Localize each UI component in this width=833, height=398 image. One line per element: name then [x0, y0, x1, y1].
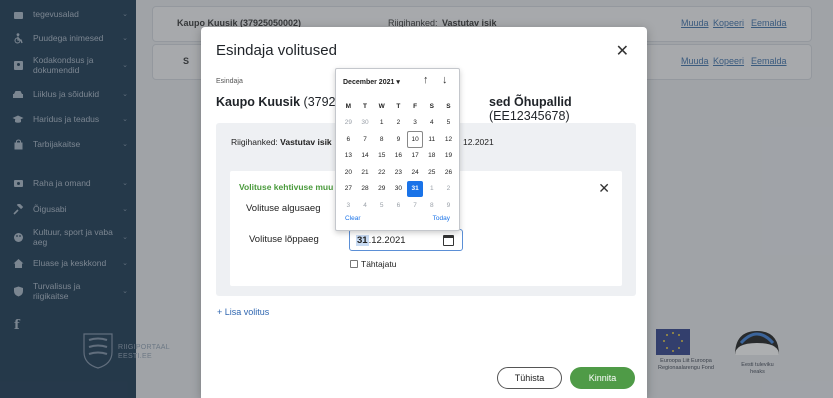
calendar-day[interactable]: 13: [340, 148, 357, 165]
calendar-day[interactable]: 8: [423, 197, 440, 214]
checkbox-box[interactable]: [350, 260, 358, 268]
calendar-day[interactable]: 14: [357, 148, 374, 165]
weekday-label: F: [413, 102, 418, 110]
calendar-day[interactable]: 26: [440, 164, 457, 181]
calendar-day[interactable]: 24: [407, 164, 424, 181]
calendar-day[interactable]: 30: [357, 115, 374, 132]
rights-label: Riigihanked:: [231, 137, 278, 147]
calendar-day[interactable]: 10: [406, 131, 424, 148]
rights-value: Vastutav isik: [280, 137, 332, 147]
calendar-day[interactable]: 4: [423, 115, 440, 132]
calendar-day[interactable]: 30: [390, 181, 407, 198]
calendar-day[interactable]: 6: [390, 197, 407, 214]
arrow-down-icon[interactable]: ↓: [442, 74, 448, 86]
representative-name-bold: Kaupo Kuusik: [216, 95, 301, 109]
calendar-week: 29 30 1 2 3 4 5: [340, 115, 457, 132]
calendar-day[interactable]: 29: [340, 115, 357, 132]
calendar-day[interactable]: 11: [423, 131, 440, 148]
weekday-label: W: [378, 102, 385, 110]
calendar-day[interactable]: 27: [340, 181, 357, 198]
calendar-day[interactable]: 18: [423, 148, 440, 165]
calendar-icon[interactable]: [443, 235, 454, 246]
calendar-day[interactable]: 9: [440, 197, 457, 214]
calendar-week: 20 21 22 23 24 25 26: [340, 164, 457, 181]
indefinite-label: Tähtajatu: [361, 259, 397, 269]
company-code: (EE12345678): [489, 109, 570, 123]
calendar-day[interactable]: 8: [373, 131, 390, 148]
calendar-week: 3456789: [340, 197, 457, 214]
weekday-label: T: [363, 102, 368, 110]
month-select[interactable]: December 2021 ▾: [343, 78, 400, 86]
calendar-day[interactable]: 2: [440, 181, 457, 198]
end-date-input[interactable]: 31.12.2021: [349, 229, 463, 251]
calendar-day[interactable]: 19: [440, 148, 457, 165]
calendar-week: 27 28 29 30 31 1 2: [340, 180, 457, 198]
company-name-bold: sed Õhupallid: [489, 95, 572, 109]
calendar-day[interactable]: 1: [373, 115, 390, 132]
cancel-button[interactable]: Tühista: [497, 367, 562, 389]
weekday-label: S: [429, 102, 434, 110]
calendar-week: 6 7 8 9 10 11 12: [340, 131, 457, 148]
calendar-day[interactable]: 7: [407, 197, 424, 214]
rights-line: Riigihanked: Vastutav isik: [231, 137, 332, 147]
modal-title: Esindaja volitused: [216, 42, 337, 59]
date-picker: December 2021 ▾ ↑ ↓ M T W T F S S 29 30 1 2 3 4 5 6 7 8 9…: [335, 68, 460, 231]
add-authorization-link[interactable]: + Lisa volitus: [217, 307, 269, 317]
representative-label: Esindaja: [216, 78, 243, 85]
calendar-grid: M T W T F S S 29 30 1 2 3 4 5 6 7 8 9 10 11 12 13 14 15 16 17 18 19…: [340, 98, 457, 214]
calendar-day[interactable]: 29: [373, 181, 390, 198]
today-button[interactable]: Today: [433, 215, 450, 222]
end-date-day: 31: [356, 234, 369, 246]
calendar-day[interactable]: 2: [390, 115, 407, 132]
calendar-day[interactable]: 20: [340, 164, 357, 181]
calendar-week: 13 14 15 16 17 18 19: [340, 148, 457, 165]
calendar-day[interactable]: 3: [407, 115, 424, 132]
calendar-day[interactable]: 21: [357, 164, 374, 181]
calendar-day[interactable]: 23: [390, 164, 407, 181]
clear-button[interactable]: Clear: [345, 215, 361, 222]
calendar-day[interactable]: 17: [407, 148, 424, 165]
calendar-day[interactable]: 4: [357, 197, 374, 214]
calendar-day[interactable]: 28: [357, 181, 374, 198]
end-date-rest: .12.2021: [368, 234, 406, 246]
calendar-day[interactable]: 12: [440, 131, 457, 148]
arrow-up-icon[interactable]: ↑: [423, 74, 429, 86]
weekday-label: S: [446, 102, 451, 110]
weekday-label: M: [345, 102, 352, 110]
confirm-button[interactable]: Kinnita: [570, 367, 635, 389]
start-date-label: Volituse algusaeg: [246, 203, 321, 214]
calendar-day[interactable]: 6: [340, 131, 357, 148]
close-icon[interactable]: ✕: [598, 180, 610, 197]
calendar-day[interactable]: 3: [340, 197, 357, 214]
close-icon[interactable]: ✕: [616, 41, 629, 61]
validity-title: Volituse kehtivuse muu: [239, 182, 334, 192]
calendar-day[interactable]: 25: [423, 164, 440, 181]
calendar-day[interactable]: 5: [373, 197, 390, 214]
weekday-label: T: [396, 102, 401, 110]
rights-end-date: 12.2021: [463, 137, 494, 147]
calendar-day-selected[interactable]: 31: [406, 180, 424, 197]
calendar-day[interactable]: 16: [390, 148, 407, 165]
indefinite-checkbox[interactable]: Tähtajatu: [350, 259, 396, 269]
calendar-day[interactable]: 1: [423, 181, 440, 198]
calendar-day[interactable]: 9: [390, 131, 407, 148]
calendar-day[interactable]: 15: [373, 148, 390, 165]
calendar-day[interactable]: 5: [440, 115, 457, 132]
company-name: sed Õhupallid (EE12345678): [489, 95, 647, 123]
calendar-day[interactable]: 7: [357, 131, 374, 148]
end-date-label: Volituse lõppaeg: [249, 234, 319, 245]
calendar-day[interactable]: 22: [373, 164, 390, 181]
weekday-header: MTWTFSS: [340, 98, 457, 115]
